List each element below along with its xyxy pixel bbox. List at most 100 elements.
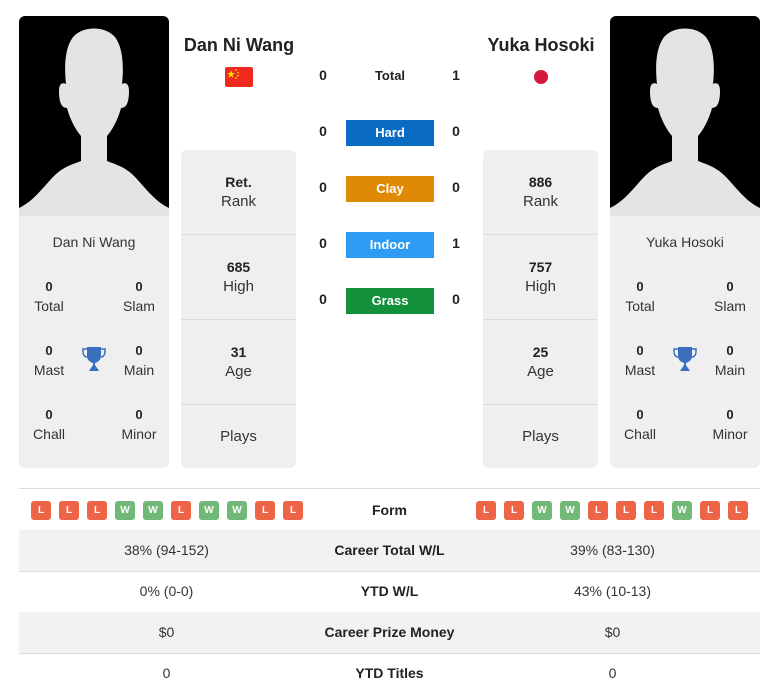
h2h-indoor-left: 0 <box>319 235 327 251</box>
label: Total <box>625 298 655 314</box>
form-loss-badge[interactable]: L <box>616 501 636 520</box>
label: Age <box>225 363 252 380</box>
surface-indoor-button[interactable]: Indoor <box>346 232 434 258</box>
prize-money-row: $0 Career Prize Money $0 <box>19 612 760 653</box>
form-win-badge[interactable]: W <box>560 501 580 520</box>
label: Plays <box>220 428 257 445</box>
form-loss-badge[interactable]: L <box>31 501 51 520</box>
form-loss-badge[interactable]: L <box>59 501 79 520</box>
h2h-total-label: Total <box>374 68 406 83</box>
player1-form-badges: LLLWWLWWLL <box>31 501 303 520</box>
value: Ret. <box>225 174 252 190</box>
label: Minor <box>121 426 157 442</box>
label: Rank <box>220 193 257 210</box>
player2-titles-slam: 0 Slam <box>700 278 760 316</box>
value: 0 <box>135 279 143 294</box>
value: 757 <box>528 259 553 275</box>
form-win-badge[interactable]: W <box>672 501 692 520</box>
value: 0 <box>45 343 53 358</box>
label: Mast <box>33 362 65 378</box>
label: Chall <box>33 426 65 442</box>
player1-stats-box: Ret. Rank 685 High 31 Age Plays <box>181 150 296 468</box>
h2h-grass-right: 0 <box>452 291 460 307</box>
h2h-grass-left: 0 <box>319 291 327 307</box>
player1-rank: Ret. Rank <box>181 150 296 235</box>
player2-titles-card: Yuka Hosoki 0 Total 0 Slam 0 Mast 0 Main… <box>610 216 760 468</box>
player2-titles-main: 0 Main <box>700 342 760 380</box>
form-loss-badge[interactable]: L <box>700 501 720 520</box>
form-win-badge[interactable]: W <box>199 501 219 520</box>
value: 0 <box>45 407 53 422</box>
silhouette-icon <box>610 28 760 216</box>
form-loss-badge[interactable]: L <box>87 501 107 520</box>
player2-form-badges: LLWWLLLWLL <box>476 501 748 520</box>
label: Rank <box>522 193 559 210</box>
value: 0 <box>726 407 734 422</box>
h2h-total-left: 0 <box>319 67 327 83</box>
label: Slam <box>714 298 746 314</box>
table-top-divider <box>19 488 760 489</box>
player1-name-link[interactable]: Dan Ni Wang <box>159 35 319 56</box>
value: 0 <box>636 343 644 358</box>
player2-card-name: Yuka Hosoki <box>646 234 724 250</box>
surface-clay-button[interactable]: Clay <box>346 176 434 202</box>
form-loss-badge[interactable]: L <box>283 501 303 520</box>
player1-ytd-titles: 0 <box>162 665 171 681</box>
form-loss-badge[interactable]: L <box>255 501 275 520</box>
player1-titles-mast: 0 Mast <box>19 342 79 380</box>
china-flag-icon <box>225 67 253 87</box>
surface-hard-button[interactable]: Hard <box>346 120 434 146</box>
trophy-icon <box>673 347 697 371</box>
form-win-badge[interactable]: W <box>143 501 163 520</box>
form-loss-badge[interactable]: L <box>644 501 664 520</box>
value: 0 <box>135 407 143 422</box>
player2-titles-chall: 0 Chall <box>610 406 670 444</box>
player2-stats-box: 886 Rank 757 High 25 Age Plays <box>483 150 598 468</box>
player2-photo <box>610 16 760 216</box>
label: High <box>223 278 254 295</box>
label: Main <box>714 362 746 378</box>
form-win-badge[interactable]: W <box>115 501 135 520</box>
player2-titles-minor: 0 Minor <box>700 406 760 444</box>
player1-career-wl: 38% (94-152) <box>124 542 209 558</box>
silhouette-icon <box>19 28 169 216</box>
label: High <box>525 278 556 295</box>
h2h-indoor-right: 1 <box>452 235 460 251</box>
form-loss-badge[interactable]: L <box>504 501 524 520</box>
form-loss-badge[interactable]: L <box>171 501 191 520</box>
label: Total <box>34 298 64 314</box>
ytd-wl-row: 0% (0-0) YTD W/L 43% (10-13) <box>19 571 760 612</box>
ytd-wl-label: YTD W/L <box>360 583 419 599</box>
form-win-badge[interactable]: W <box>227 501 247 520</box>
label: Slam <box>123 298 155 314</box>
value: 685 <box>226 259 251 275</box>
value: 31 <box>230 344 247 360</box>
player1-titles-main: 0 Main <box>109 342 169 380</box>
player2-age: 25 Age <box>483 320 598 405</box>
label: Minor <box>712 426 748 442</box>
value: 0 <box>726 343 734 358</box>
japan-flag-icon <box>534 70 548 84</box>
value: 0 <box>45 279 53 294</box>
player1-titles-card: Dan Ni Wang 0 Total 0 Slam 0 Mast 0 Main… <box>19 216 169 468</box>
player2-titles-total: 0 Total <box>610 278 670 316</box>
player2-high: 757 High <box>483 235 598 320</box>
label: Age <box>527 363 554 380</box>
value: 0 <box>636 279 644 294</box>
trophy-icon <box>82 347 106 371</box>
player1-card-name: Dan Ni Wang <box>52 234 136 250</box>
form-loss-badge[interactable]: L <box>476 501 496 520</box>
form-loss-badge[interactable]: L <box>588 501 608 520</box>
form-loss-badge[interactable]: L <box>728 501 748 520</box>
player1-titles-minor: 0 Minor <box>109 406 169 444</box>
player1-plays: Plays <box>181 405 296 490</box>
label: Chall <box>624 426 656 442</box>
player2-ytd-wl: 43% (10-13) <box>573 583 652 599</box>
player2-prize: $0 <box>604 624 621 640</box>
h2h-total-right: 1 <box>452 67 460 83</box>
player2-name-link[interactable]: Yuka Hosoki <box>461 35 621 56</box>
form-win-badge[interactable]: W <box>532 501 552 520</box>
player2-career-wl: 39% (83-130) <box>570 542 655 558</box>
surface-grass-button[interactable]: Grass <box>346 288 434 314</box>
player1-prize: $0 <box>158 624 175 640</box>
